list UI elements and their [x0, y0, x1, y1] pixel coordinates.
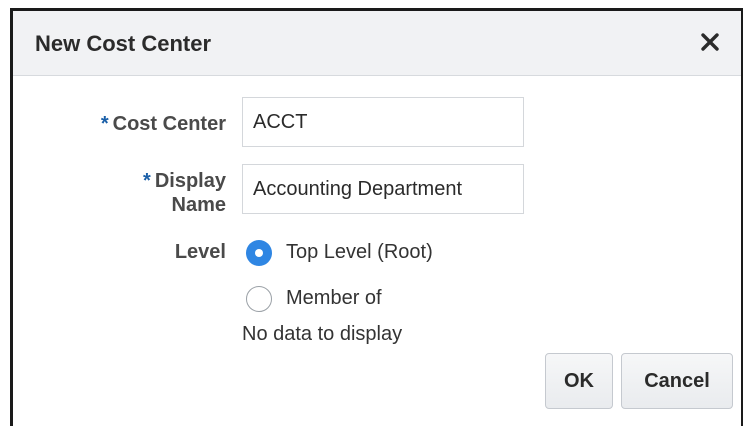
radio-selected[interactable] — [246, 240, 272, 266]
cost-center-input[interactable]: ACCT — [242, 97, 524, 147]
cost-center-label: * Cost Center — [101, 112, 226, 136]
display-name-label-line2: Name — [171, 194, 226, 216]
cost-center-label-text: Cost Center — [112, 113, 226, 135]
required-marker: * — [100, 113, 109, 135]
dialog-titlebar: New Cost Center — [13, 11, 741, 76]
level-label: Level — [174, 241, 226, 263]
display-name-label-line1: Display — [154, 170, 226, 192]
ok-button[interactable]: OK — [545, 353, 613, 409]
member-of-empty-text: No data to display — [242, 323, 403, 345]
display-name-label: * Display Name — [143, 169, 226, 217]
level-option-top-label: Top Level (Root) — [286, 241, 433, 263]
new-cost-center-dialog: New Cost Center * Cost Center ACCT * Displ… — [10, 8, 743, 426]
dialog-title: New Cost Center — [35, 31, 212, 56]
level-option-member-label: Member of — [286, 287, 382, 309]
radio-unselected[interactable] — [246, 286, 272, 312]
close-button[interactable] — [693, 25, 727, 59]
required-marker: * — [143, 170, 151, 192]
close-icon — [701, 33, 719, 51]
display-name-input[interactable]: Accounting Department — [242, 164, 524, 214]
cancel-button[interactable]: Cancel — [621, 353, 733, 409]
